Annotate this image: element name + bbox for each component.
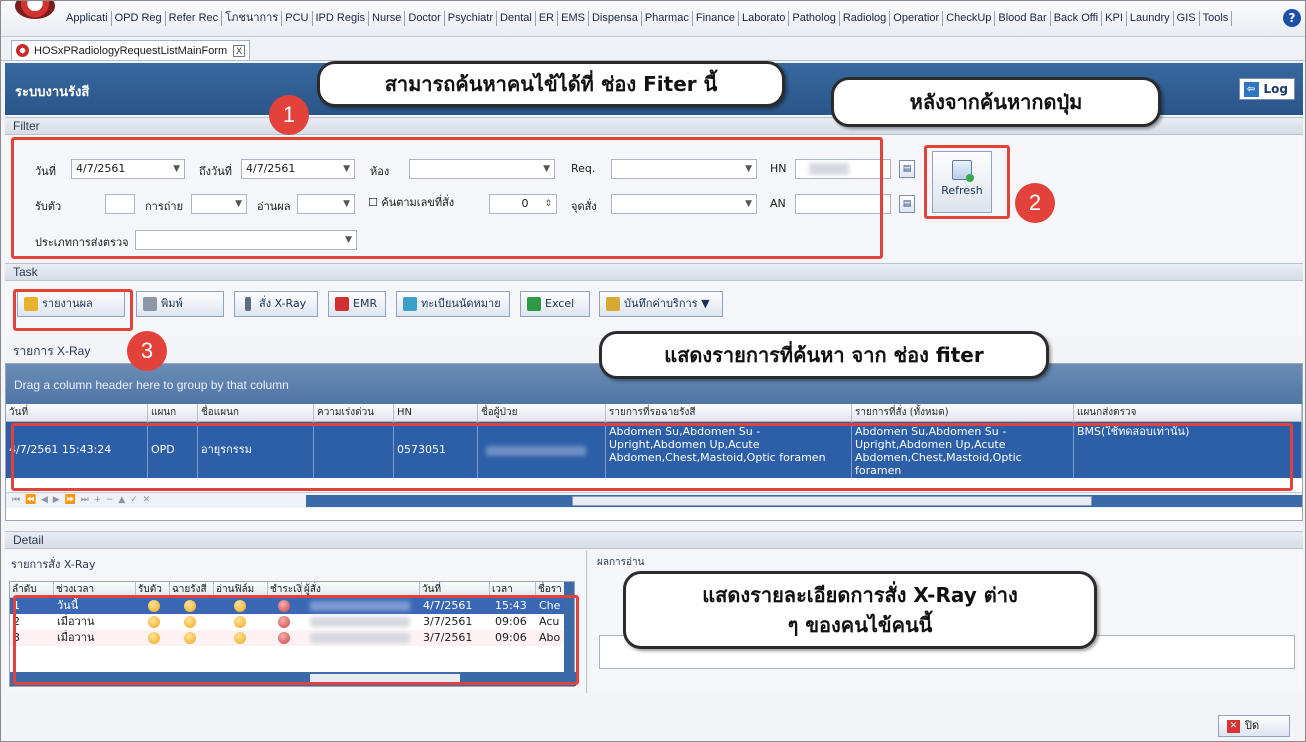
menu-item-radiology[interactable]: Radiolog — [840, 11, 891, 26]
radiology-app-window: Applicati OPD Reg Refer Rec โภชนาการ PCU… — [0, 0, 1306, 742]
menu-item-ems[interactable]: EMS — [558, 11, 589, 26]
chevron-down-icon: ▼ — [701, 297, 710, 310]
tab-radiology-request-list[interactable]: HOSxPRadiologyRequestListMainForm X — [11, 40, 251, 60]
filter-callout: สามารถค้นหาคนไข้ได้ที่ ช่อง Fiter นี้ — [317, 61, 785, 107]
menu-item-psychiatry[interactable]: Psychiatr — [445, 11, 498, 26]
menu-item-pathology[interactable]: Patholog — [789, 11, 840, 26]
menu-item-tools[interactable]: Tools — [1200, 11, 1233, 26]
emr-button[interactable]: EMR — [328, 291, 386, 317]
service-charge-label: บันทึกค่าบริการ — [624, 297, 698, 310]
menu-item-gis[interactable]: GIS — [1174, 11, 1200, 26]
menu-item-pcu[interactable]: PCU — [282, 11, 313, 26]
step-3-badge: 3 — [127, 331, 167, 371]
emr-icon — [335, 297, 349, 311]
close-icon: ✕ — [1227, 720, 1240, 733]
step-2-badge: 2 — [1015, 183, 1055, 223]
refresh-callout: หลังจากค้นหากดปุ่ม — [831, 77, 1161, 127]
document-tab-strip: HOSxPRadiologyRequestListMainForm X — [1, 37, 1305, 61]
excel-button[interactable]: Excel — [520, 291, 590, 317]
tab-title: HOSxPRadiologyRequestListMainForm — [34, 44, 228, 57]
module-title: ระบบงานรังสี — [15, 85, 90, 100]
appointment-register-label: ทะเบียนนัดหมาย — [421, 297, 501, 310]
menu-item-nurse[interactable]: Nurse — [369, 11, 406, 26]
col-ordered-items[interactable]: รายการที่สั่ง (ทั้งหมด) — [852, 404, 1074, 422]
menu-item-blood-bank[interactable]: Blood Bar — [995, 11, 1051, 26]
excel-icon — [527, 297, 541, 311]
col-pending-items[interactable]: รายการที่รอฉายรังสี — [606, 404, 852, 422]
close-button[interactable]: ✕ ปิด — [1218, 715, 1290, 737]
detail-callout-line-2: ๆ ของคนไข้คนนี้ — [787, 613, 933, 637]
an-lookup-icon[interactable]: ▤ — [899, 195, 915, 213]
filter-highlight-box — [11, 137, 883, 259]
menu-item-ipd-registration[interactable]: IPD Regis — [313, 11, 370, 26]
menu-item-applications[interactable]: Applicati — [63, 11, 112, 26]
task-section-header: Task — [5, 263, 1303, 281]
refresh-highlight-box — [924, 145, 1010, 219]
menu-items: Applicati OPD Reg Refer Rec โภชนาการ PCU… — [63, 11, 1233, 26]
appointment-icon — [403, 297, 417, 311]
xray-row-highlight-box — [11, 423, 1293, 491]
main-menu-bar: Applicati OPD Reg Refer Rec โภชนาการ PCU… — [1, 1, 1305, 37]
excel-label: Excel — [545, 297, 575, 310]
menu-item-kpi[interactable]: KPI — [1102, 11, 1127, 26]
menu-item-refer-receive[interactable]: Refer Rec — [166, 11, 223, 26]
order-xray-button[interactable]: สั่ง X-Ray — [234, 291, 318, 317]
xray-icon — [245, 297, 251, 311]
service-charge-button[interactable]: บันทึกค่าบริการ ▼ — [599, 291, 723, 317]
report-highlight-box — [13, 289, 133, 331]
col-date[interactable]: วันที่ — [6, 404, 148, 422]
navigator-buttons-icon[interactable]: ⏮ ⏪ ◀ ▶ ⏩ ⏭ + − ▲ ✓ ✕ — [12, 495, 151, 505]
log-icon: ⇦ — [1243, 82, 1259, 97]
close-tab-icon[interactable]: X — [233, 44, 246, 57]
col-urgency[interactable]: ความเร่งด่วน — [314, 404, 394, 422]
col-dept[interactable]: แผนก — [148, 404, 198, 422]
menu-item-laboratory[interactable]: Laborato — [739, 11, 790, 26]
help-icon[interactable]: ? — [1283, 9, 1301, 27]
col-send-dept[interactable]: แผนกส่งตรวจ — [1074, 404, 1302, 422]
menu-item-doctor[interactable]: Doctor — [405, 11, 445, 26]
menu-item-nutrition[interactable]: โภชนาการ — [222, 11, 283, 26]
print-label: พิมพ์ — [161, 297, 183, 310]
emr-label: EMR — [353, 297, 378, 310]
grid-header: วันที่ แผนก ชื่อแผนก ความเร่งด่วน HN ชื่… — [6, 404, 1302, 422]
menu-item-laundry[interactable]: Laundry — [1127, 11, 1174, 26]
hosxp-tab-icon — [16, 44, 29, 57]
step-1-badge: 1 — [269, 95, 309, 135]
scrollbar-thumb[interactable] — [572, 496, 1092, 506]
print-button[interactable]: พิมพ์ — [136, 291, 224, 317]
detail-callout: แสดงรายละเอียดการสั่ง X-Ray ต่าง ๆ ของคน… — [623, 571, 1097, 649]
detail-callout-line-1: แสดงรายละเอียดการสั่ง X-Ray ต่าง — [702, 583, 1018, 607]
order-xray-label: สั่ง X-Ray — [259, 297, 307, 310]
hn-lookup-icon[interactable]: ▤ — [899, 160, 915, 178]
menu-item-dental[interactable]: Dental — [497, 11, 536, 26]
menu-item-dispensary[interactable]: Dispensa — [589, 11, 642, 26]
xray-orders-title: รายการสั่ง X-Ray — [11, 558, 96, 571]
close-button-label: ปิด — [1245, 719, 1260, 732]
list-callout: แสดงรายการที่ค้นหา จาก ช่อง fiter — [599, 331, 1049, 379]
menu-item-er[interactable]: ER — [536, 11, 559, 26]
appointment-register-button[interactable]: ทะเบียนนัดหมาย — [396, 291, 510, 317]
col-dept-name[interactable]: ชื่อแผนก — [198, 404, 314, 422]
menu-item-finance[interactable]: Finance — [693, 11, 739, 26]
grid-horizontal-scrollbar[interactable] — [306, 495, 1302, 507]
menu-item-operation[interactable]: Operatior — [890, 11, 944, 26]
hosxp-logo-icon — [15, 1, 55, 19]
col-patient-name[interactable]: ชื่อผู้ป่วย — [478, 404, 606, 422]
log-button[interactable]: ⇦ Log — [1238, 78, 1295, 100]
service-charge-icon — [606, 297, 620, 311]
grid-navigator[interactable]: ⏮ ⏪ ◀ ▶ ⏩ ⏭ + − ▲ ✓ ✕ — [6, 492, 1302, 508]
menu-item-checkup[interactable]: CheckUp — [943, 11, 996, 26]
menu-item-opd-registration[interactable]: OPD Reg — [112, 11, 166, 26]
task-toolbar: รายงานผล พิมพ์ สั่ง X-Ray EMR ทะเบียนนัด… — [5, 281, 1303, 337]
menu-item-pharmacy[interactable]: Pharmac — [642, 11, 693, 26]
read-results-title: ผลการอ่าน — [597, 557, 645, 568]
log-button-label: Log — [1263, 82, 1288, 96]
printer-icon — [143, 297, 157, 311]
menu-item-back-office[interactable]: Back Offi — [1051, 11, 1103, 26]
orders-highlight-box — [13, 595, 579, 685]
detail-section-header: Detail — [5, 531, 1303, 549]
col-hn[interactable]: HN — [394, 404, 478, 422]
